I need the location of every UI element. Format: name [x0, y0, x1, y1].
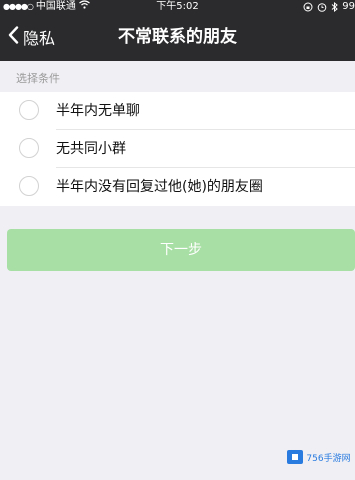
status-bar-right: 99 [303, 0, 355, 13]
next-button[interactable]: 下一步 [7, 229, 355, 271]
option-label: 半年内没有回复过他(她)的朋友圈 [56, 179, 263, 195]
section-header: 选择条件 [16, 72, 60, 85]
option-row-no-common-group[interactable]: 无共同小群 [0, 130, 355, 168]
radio-circle-icon[interactable] [19, 100, 39, 120]
status-time: 下午5:02 [156, 1, 199, 12]
battery-level: 99 [342, 1, 355, 12]
watermark-text: 756手游网 [306, 453, 351, 464]
orientation-lock-icon [303, 2, 313, 12]
radio-circle-icon[interactable] [19, 176, 39, 196]
watermark: 756手游网 [287, 438, 351, 476]
option-label: 半年内无单聊 [56, 103, 140, 119]
page-title: 不常联系的朋友 [118, 27, 237, 47]
option-row-no-private-chat[interactable]: 半年内无单聊 [0, 92, 355, 130]
watermark-logo-icon [287, 450, 304, 464]
status-bar: ●●●●○ 中国联通 下午5:02 99 [0, 0, 355, 13]
bluetooth-icon [331, 1, 339, 12]
nav-bar: 隐私 不常联系的朋友 [0, 13, 355, 61]
alarm-icon [317, 2, 327, 12]
option-label: 无共同小群 [56, 141, 126, 157]
option-row-no-moments-reply[interactable]: 半年内没有回复过他(她)的朋友圈 [0, 168, 355, 206]
condition-list: 半年内无单聊 无共同小群 半年内没有回复过他(她)的朋友圈 [0, 92, 355, 206]
radio-circle-icon[interactable] [19, 138, 39, 158]
